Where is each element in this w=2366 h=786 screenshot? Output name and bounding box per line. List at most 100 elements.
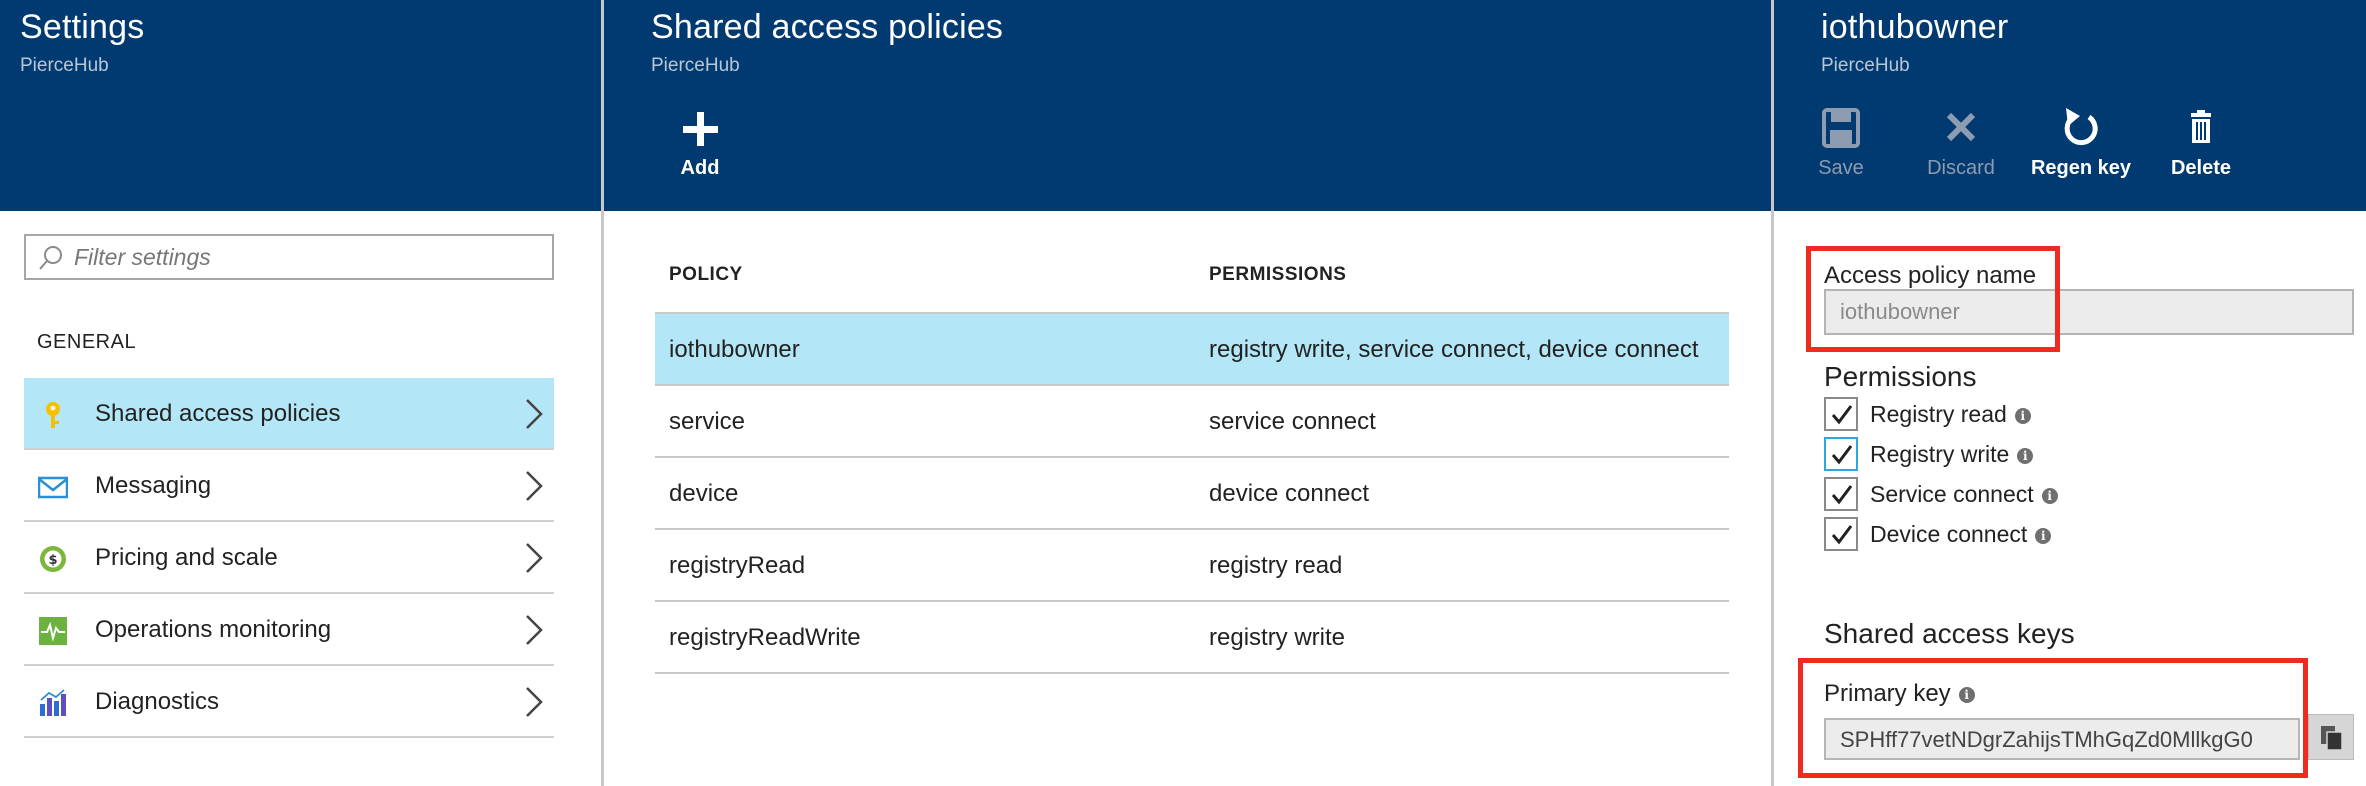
info-icon[interactable]: i — [2017, 448, 2034, 464]
permission-label-wrap: Registry read i — [1870, 401, 2031, 428]
registry-read-checkbox[interactable] — [1824, 397, 1858, 431]
highlight-box-policy-name — [1806, 246, 2060, 352]
save-button[interactable]: Save — [1786, 104, 1896, 180]
menu-item-diagnostics[interactable]: Diagnostics — [24, 666, 554, 738]
blade-subtitle: PierceHub — [20, 55, 109, 76]
info-icon[interactable]: i — [2035, 528, 2052, 544]
policy-name-cell: iothubowner — [669, 336, 800, 363]
blade-title: iothubowner — [1821, 8, 2009, 46]
bar-chart-icon — [40, 689, 66, 716]
menu-item-label: Shared access policies — [95, 400, 341, 427]
copy-icon — [2321, 726, 2343, 751]
permission-registry-read[interactable]: Registry read i — [1824, 397, 2124, 433]
permission-device-connect[interactable]: Device connect i — [1824, 517, 2124, 553]
table-row[interactable]: service service connect — [655, 386, 1729, 458]
envelope-icon — [38, 476, 68, 499]
permission-service-connect[interactable]: Service connect i — [1824, 477, 2124, 513]
save-label: Save — [1818, 157, 1864, 179]
policy-name-cell: registryRead — [669, 552, 806, 579]
policy-name-cell: device — [669, 480, 739, 507]
column-header-policy: POLICY — [669, 264, 743, 285]
permission-label: Service connect — [1870, 481, 2034, 507]
menu-item-operations-monitoring[interactable]: Operations monitoring — [24, 594, 554, 666]
search-icon — [39, 246, 62, 270]
column-header-permissions: PERMISSIONS — [1209, 264, 1347, 285]
permission-label-wrap: Device connect i — [1870, 521, 2052, 548]
discard-label: Discard — [1927, 157, 1995, 179]
permission-label: Registry read — [1870, 401, 2007, 427]
policy-detail-blade: iothubowner PierceHub Save Discard Regen… — [1771, 0, 2366, 786]
regen-key-button[interactable]: Regen key — [2026, 104, 2136, 180]
permission-registry-write[interactable]: Registry write i — [1824, 437, 2124, 473]
permission-label-wrap: Service connect i — [1870, 481, 2058, 508]
delete-label: Delete — [2170, 157, 2232, 179]
plus-icon — [683, 112, 718, 146]
settings-blade: Settings PierceHub GENERAL Shared access… — [0, 0, 601, 786]
blade-title: Shared access policies — [651, 8, 1004, 46]
permission-label: Registry write — [1870, 441, 2010, 467]
menu-item-label: Pricing and scale — [95, 544, 278, 571]
info-icon[interactable]: i — [2041, 488, 2058, 504]
regen-key-label: Regen key — [2030, 157, 2132, 179]
shared-access-keys-title: Shared access keys — [1824, 618, 2075, 649]
monitor-pulse-icon — [39, 617, 67, 645]
delete-button[interactable]: Delete — [2146, 104, 2256, 180]
menu-item-label: Messaging — [95, 472, 212, 499]
permissions-title: Permissions — [1824, 361, 1977, 392]
table-row[interactable]: iothubowner registry write, service conn… — [655, 314, 1729, 386]
chevron-right-icon — [526, 471, 543, 501]
checkmark-icon — [1831, 525, 1853, 545]
checkmark-icon — [1831, 445, 1853, 465]
save-icon — [1822, 108, 1860, 148]
discard-button[interactable]: Discard — [1906, 104, 2016, 180]
chevron-right-icon — [526, 543, 543, 573]
svg-text:$: $ — [48, 553, 57, 568]
policies-table: POLICY PERMISSIONS iothubowner registry … — [655, 250, 1729, 674]
permission-label-wrap: Registry write i — [1870, 441, 2034, 468]
policy-name-cell: registryReadWrite — [669, 624, 861, 651]
permissions-cell: registry write — [1209, 624, 1346, 651]
settings-menu: Shared access policies Messaging $ Prici… — [24, 378, 554, 738]
menu-item-label: Operations monitoring — [95, 616, 332, 643]
copy-button[interactable] — [2308, 714, 2354, 760]
menu-item-shared-access-policies[interactable]: Shared access policies — [24, 378, 554, 450]
filter-settings-field[interactable] — [24, 234, 554, 280]
checkmark-icon — [1831, 485, 1853, 505]
blade-subtitle: PierceHub — [1821, 55, 1910, 76]
blade-subtitle: PierceHub — [651, 55, 740, 76]
policies-header: Shared access policies PierceHub Add — [604, 0, 1771, 211]
permissions-cell: device connect — [1209, 480, 1370, 507]
refresh-icon — [2064, 108, 2098, 146]
menu-item-pricing-and-scale[interactable]: $ Pricing and scale — [24, 522, 554, 594]
filter-settings-input[interactable] — [74, 242, 544, 272]
table-header: POLICY PERMISSIONS — [655, 250, 1729, 314]
service-connect-checkbox[interactable] — [1824, 477, 1858, 511]
pricing-icon: $ — [40, 546, 66, 572]
info-icon[interactable]: i — [2014, 408, 2031, 424]
permissions-cell: service connect — [1209, 408, 1376, 435]
menu-item-label: Diagnostics — [95, 688, 220, 715]
table-row[interactable]: device device connect — [655, 458, 1729, 530]
highlight-box-primary-key — [1798, 658, 2308, 778]
table-row[interactable]: registryReadWrite registry write — [655, 602, 1729, 674]
chevron-right-icon — [526, 399, 543, 429]
checkmark-icon — [1831, 405, 1853, 425]
permissions-cell: registry read — [1209, 552, 1343, 579]
blade-title: Settings — [20, 8, 145, 46]
permission-label: Device connect — [1870, 521, 2028, 547]
registry-write-checkbox[interactable] — [1824, 437, 1858, 471]
shared-access-policies-blade: Shared access policies PierceHub Add POL… — [601, 0, 1771, 786]
section-label-general: GENERAL — [37, 331, 137, 353]
menu-item-messaging[interactable]: Messaging — [24, 450, 554, 522]
chevron-right-icon — [526, 615, 543, 645]
settings-header: Settings PierceHub — [0, 0, 601, 211]
policy-name-cell: service — [669, 408, 746, 435]
key-icon — [46, 402, 60, 428]
detail-header: iothubowner PierceHub Save Discard Regen… — [1774, 0, 2366, 211]
device-connect-checkbox[interactable] — [1824, 517, 1858, 551]
add-button[interactable]: Add — [645, 104, 755, 180]
table-row[interactable]: registryRead registry read — [655, 530, 1729, 602]
chevron-right-icon — [526, 687, 543, 717]
permissions-cell: registry write, service connect, device … — [1209, 336, 1699, 363]
trash-icon — [2191, 110, 2211, 143]
